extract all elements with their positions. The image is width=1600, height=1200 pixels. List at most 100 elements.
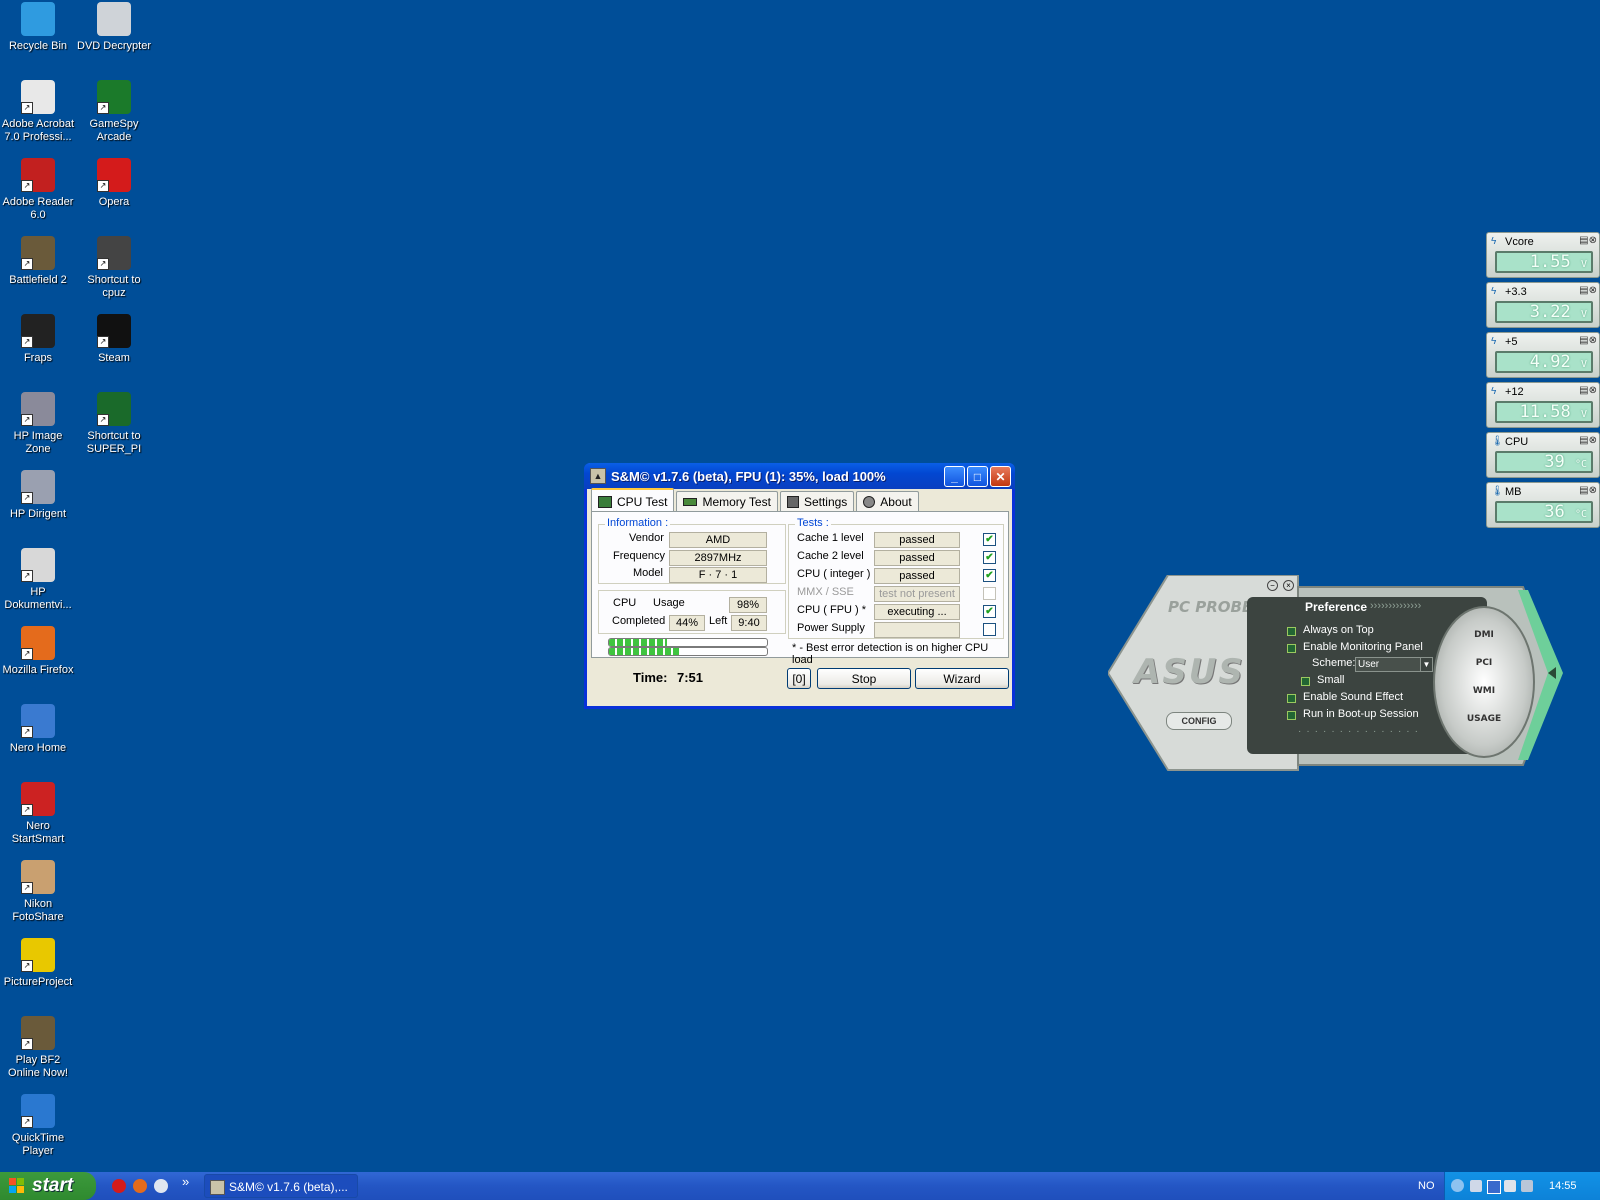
desktop-icon-label: Adobe Acrobat 7.0 Professi...: [1, 118, 75, 143]
sensor-value: 4.92: [1529, 352, 1571, 372]
desktop-icon[interactable]: ↗ GameSpy Arcade: [76, 80, 152, 144]
frequency-label: Frequency: [613, 550, 665, 562]
pcprobe-close-icon[interactable]: ×: [1283, 580, 1294, 591]
sensor-gadget[interactable]: ϟ +12 ▤⊗ 11.58 V: [1486, 382, 1600, 428]
quicklaunch-firefox-icon[interactable]: [133, 1179, 147, 1193]
desktop-icon[interactable]: ↗ Play BF2 Online Now!: [0, 1016, 76, 1080]
tray-tools-icon[interactable]: [1504, 1180, 1516, 1192]
desktop-icon[interactable]: ↗ HP Dokumentvi...: [0, 548, 76, 612]
frequency-value: 2897MHz: [669, 550, 767, 566]
quicklaunch-opera-icon[interactable]: [112, 1179, 126, 1193]
counter-button[interactable]: [0]: [787, 668, 811, 689]
scheme-dropdown-icon[interactable]: ▼: [1420, 657, 1433, 672]
test-label: MMX / SSE: [797, 586, 854, 598]
scheme-select[interactable]: User: [1355, 657, 1421, 672]
preference-checkbox[interactable]: [1287, 644, 1296, 653]
sensor-close-icon[interactable]: ▤⊗: [1579, 485, 1597, 496]
sensor-close-icon[interactable]: ▤⊗: [1579, 335, 1597, 346]
information-heading: Information :: [605, 517, 671, 529]
start-button[interactable]: start: [0, 1172, 96, 1200]
config-button[interactable]: CONFIG: [1166, 712, 1232, 730]
desktop-icon[interactable]: ↗ Adobe Acrobat 7.0 Professi...: [0, 80, 76, 144]
desktop-icon[interactable]: ↗ Nero Home: [0, 704, 76, 755]
usage-button[interactable]: USAGE: [1435, 714, 1533, 724]
dmi-button[interactable]: DMI: [1435, 630, 1533, 640]
desktop-icon[interactable]: ↗ Nero StartSmart: [0, 782, 76, 846]
desktop-icon[interactable]: ↗ Battlefield 2: [0, 236, 76, 287]
scheme-label: Scheme:: [1312, 657, 1356, 669]
sensor-close-icon[interactable]: ▤⊗: [1579, 235, 1597, 246]
stop-button[interactable]: Stop: [817, 668, 911, 689]
sensor-close-icon[interactable]: ▤⊗: [1579, 435, 1597, 446]
tray-network-icon[interactable]: [1487, 1180, 1501, 1194]
preference-checkbox[interactable]: [1301, 677, 1310, 686]
sensor-gadget[interactable]: ϟ +5 ▤⊗ 4.92 V: [1486, 332, 1600, 378]
preference-checkbox[interactable]: [1287, 711, 1296, 720]
wizard-button[interactable]: Wizard: [915, 668, 1009, 689]
tray-sound-icon[interactable]: [1470, 1180, 1482, 1192]
sensor-gadget[interactable]: ϟ Vcore ▤⊗ 1.55 V: [1486, 232, 1600, 278]
desktop-icon[interactable]: ↗ HP Image Zone: [0, 392, 76, 456]
test-checkbox[interactable]: ✔: [983, 551, 996, 564]
desktop-icon[interactable]: ↗ Shortcut to SUPER_PI: [76, 392, 152, 456]
desktop-icon[interactable]: Recycle Bin: [0, 2, 76, 53]
sensor-gadget[interactable]: 🌡 MB ▤⊗ 36 °C: [1486, 482, 1600, 528]
close-button[interactable]: ✕: [990, 465, 1011, 487]
wmi-button[interactable]: WMI: [1435, 686, 1533, 696]
sensor-value: 1.55: [1529, 252, 1571, 272]
sensor-gadget[interactable]: 🌡 CPU ▤⊗ 39 °C: [1486, 432, 1600, 478]
desktop-icon[interactable]: ↗ QuickTime Player: [0, 1094, 76, 1158]
test-label: Cache 2 level: [797, 550, 864, 562]
test-status: passed: [874, 550, 960, 566]
preference-checkbox[interactable]: [1287, 627, 1296, 636]
tab-label: Memory Test: [702, 495, 771, 509]
quicklaunch-media-icon[interactable]: [154, 1179, 168, 1193]
test-checkbox[interactable]: [983, 623, 996, 636]
desktop-icon-label: Nero StartSmart: [11, 820, 65, 845]
desktop-icon[interactable]: ↗ Shortcut to cpuz: [76, 236, 152, 300]
pcprobe-minimize-icon[interactable]: −: [1267, 580, 1278, 591]
shortcut-icon: ↗: [21, 158, 55, 192]
desktop-icon[interactable]: ↗ Nikon FotoShare: [0, 860, 76, 924]
test-checkbox[interactable]: ✔: [983, 533, 996, 546]
preference-option: Run in Boot-up Session: [1303, 708, 1419, 720]
sensor-close-icon[interactable]: ▤⊗: [1579, 385, 1597, 396]
desktop-icon[interactable]: ↗ Mozilla Firefox: [0, 626, 76, 677]
tray-monitor-icon[interactable]: [1521, 1180, 1533, 1192]
preference-checkbox[interactable]: [1287, 694, 1296, 703]
sensor-close-icon[interactable]: ▤⊗: [1579, 285, 1597, 296]
sensor-lcd: 39 °C: [1495, 451, 1593, 473]
quicklaunch-overflow-icon[interactable]: »: [182, 1174, 189, 1189]
wrench-icon: [786, 496, 799, 508]
desktop-icon[interactable]: ↗ Opera: [76, 158, 152, 209]
tab-settings[interactable]: Settings: [779, 491, 855, 512]
language-indicator[interactable]: NO: [1418, 1172, 1435, 1200]
shortcut-icon: ↗: [21, 704, 55, 738]
pci-button[interactable]: PCI: [1435, 658, 1533, 668]
sensor-lcd: 4.92 V: [1495, 351, 1593, 373]
sensor-gadget[interactable]: ϟ +3.3 ▤⊗ 3.22 V: [1486, 282, 1600, 328]
desktop-icon[interactable]: ↗ Adobe Reader 6.0: [0, 158, 76, 222]
window-titlebar[interactable]: ▲ S&M© v1.7.6 (beta), FPU (1): 35%, load…: [584, 463, 1015, 489]
shortcut-arrow-icon: ↗: [97, 102, 109, 114]
desktop-icon[interactable]: ↗ Steam: [76, 314, 152, 365]
test-checkbox[interactable]: ✔: [983, 569, 996, 582]
desktop-icon[interactable]: DVD Decrypter: [76, 2, 152, 53]
desktop-icon[interactable]: ↗ HP Dirigent: [0, 470, 76, 521]
tab-about[interactable]: About: [856, 491, 919, 512]
tray-expand-icon[interactable]: [1451, 1179, 1464, 1192]
taskbar-task-sm[interactable]: S&M© v1.7.6 (beta),...: [204, 1174, 358, 1198]
cpu-label: CPU: [613, 597, 637, 609]
preference-option: Enable Monitoring Panel: [1303, 641, 1423, 653]
desktop-icon[interactable]: ↗ PictureProject: [0, 938, 76, 989]
sm-window[interactable]: ▲ S&M© v1.7.6 (beta), FPU (1): 35%, load…: [584, 463, 1015, 709]
tab-memory-test[interactable]: Memory Test: [676, 491, 778, 512]
test-checkbox[interactable]: ✔: [983, 605, 996, 618]
tab-cpu-test[interactable]: CPU Test: [591, 488, 675, 513]
maximize-button[interactable]: □: [967, 465, 988, 487]
model-label: Model: [633, 567, 663, 579]
desktop-icon[interactable]: ↗ Fraps: [0, 314, 76, 365]
test-checkbox[interactable]: [983, 587, 996, 600]
clock[interactable]: 14:55: [1549, 1172, 1577, 1200]
minimize-button[interactable]: _: [944, 465, 965, 487]
